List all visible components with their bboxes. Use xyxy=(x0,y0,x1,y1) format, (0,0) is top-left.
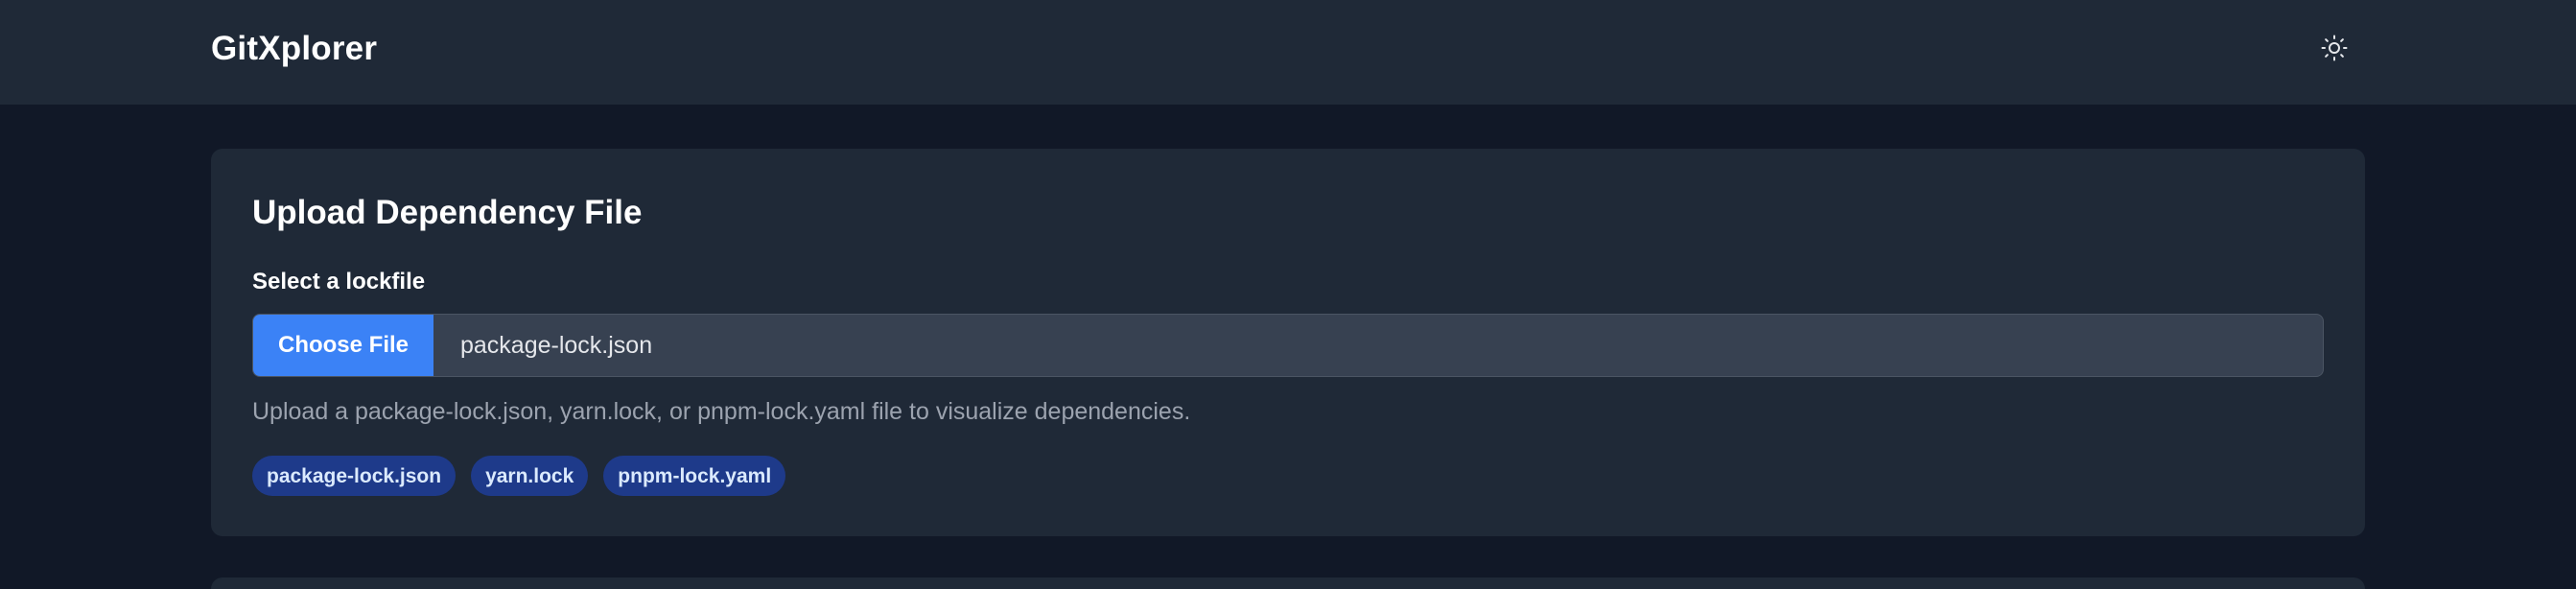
format-badge-package-lock: package-lock.json xyxy=(252,456,457,496)
upload-help-text: Upload a package-lock.json, yarn.lock, o… xyxy=(252,398,1191,425)
lockfile-field-label: Select a lockfile xyxy=(252,269,426,294)
supported-formats: package-lock.json yarn.lock pnpm-lock.ya… xyxy=(252,456,786,496)
upload-card: Upload Dependency File Select a lockfile… xyxy=(211,149,2365,536)
top-navbar: GitXplorer xyxy=(0,0,2576,105)
lockfile-file-input[interactable]: Choose File package-lock.json xyxy=(252,314,2324,377)
sun-icon xyxy=(2321,35,2348,61)
app-title[interactable]: GitXplorer xyxy=(211,29,377,69)
format-badge-yarn-lock: yarn.lock xyxy=(471,456,589,496)
choose-file-button[interactable]: Choose File xyxy=(253,315,433,376)
format-badge-pnpm-lock: pnpm-lock.yaml xyxy=(603,456,786,496)
selected-file-name: package-lock.json xyxy=(460,331,653,359)
theme-toggle-button[interactable] xyxy=(2315,29,2354,67)
card-title: Upload Dependency File xyxy=(252,194,643,231)
next-section-card xyxy=(211,577,2365,589)
